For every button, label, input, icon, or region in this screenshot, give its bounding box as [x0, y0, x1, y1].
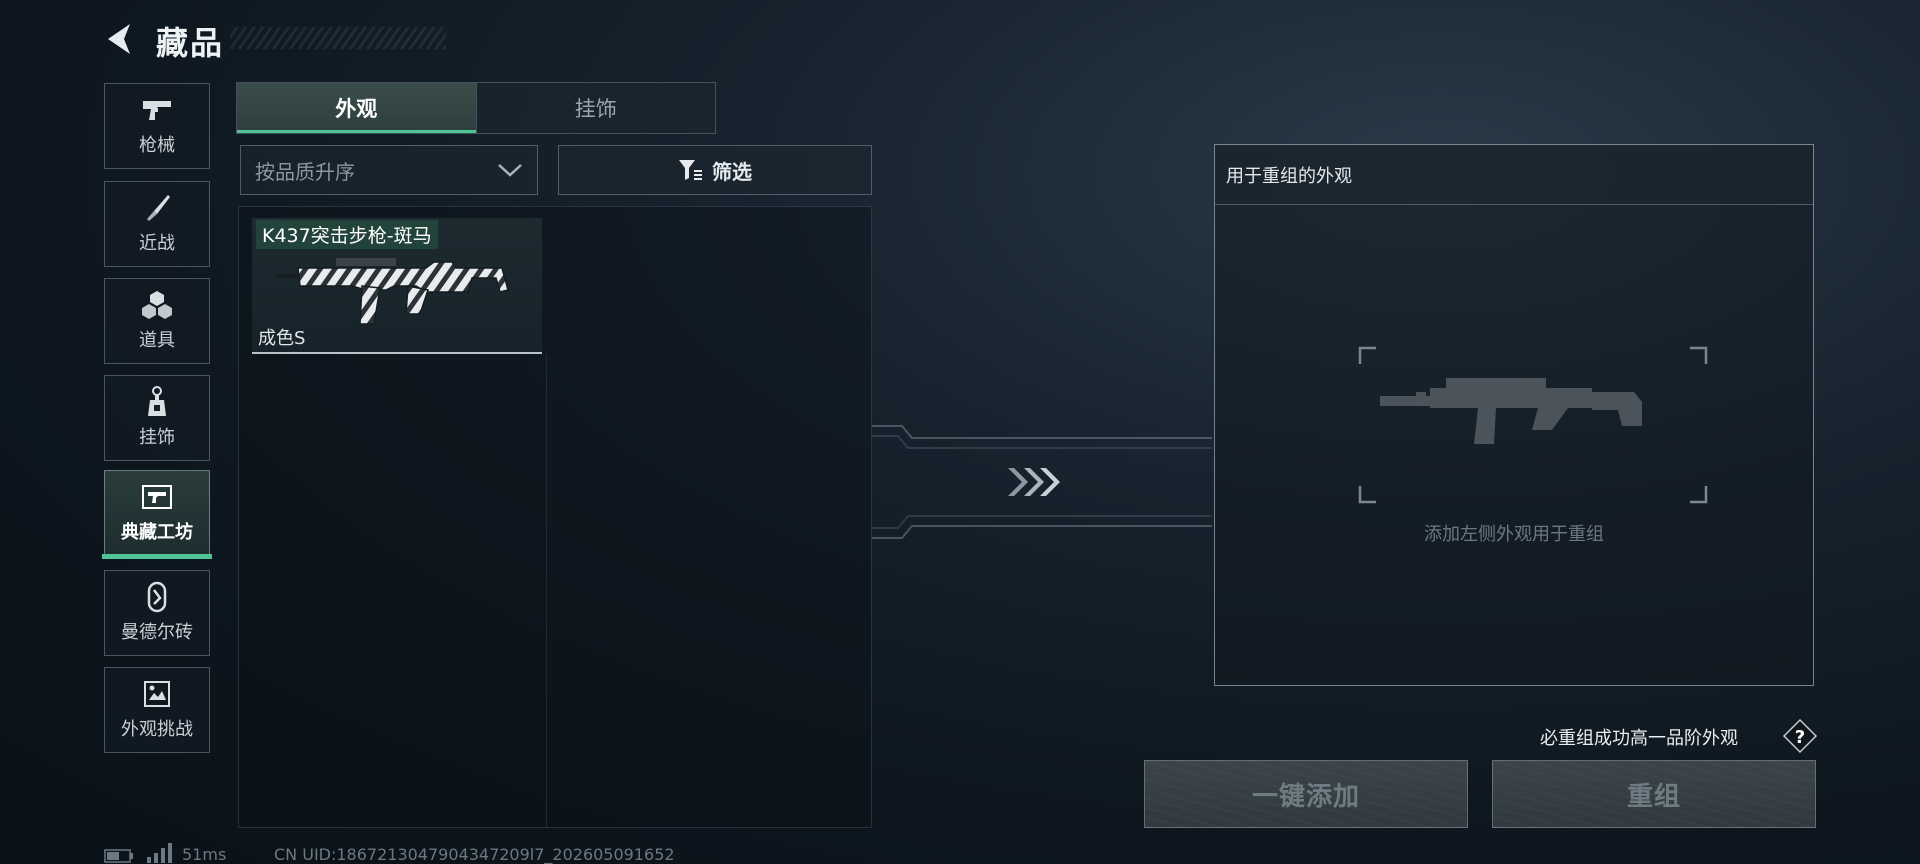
- ping-text: 51ms: [182, 845, 227, 864]
- sidebar-item-label: 外观挑战: [121, 719, 193, 740]
- zebra-rifle-image: [276, 258, 509, 325]
- item-name: K437突击步枪-斑马: [256, 220, 438, 249]
- card-bottom-line: [252, 352, 542, 354]
- filter-button[interactable]: 筛选: [558, 145, 872, 195]
- filter-icon: [679, 160, 702, 180]
- mandel-brick-icon: [140, 581, 174, 613]
- workshop-gun-icon: [140, 482, 174, 512]
- recombine-label: 重组: [1626, 781, 1681, 812]
- sidebar-item-charms[interactable]: 挂饰: [104, 375, 210, 461]
- add-all-button[interactable]: 一键添加: [1144, 760, 1468, 828]
- transfer-arrows-icon: [872, 425, 1212, 539]
- list-column-divider: [546, 354, 547, 828]
- sidebar-item-label: 枪械: [139, 135, 175, 156]
- sidebar-item-label: 典藏工坊: [121, 522, 193, 543]
- grenade-cluster-icon: [140, 290, 174, 320]
- recombine-title: 用于重组的外观: [1226, 166, 1352, 187]
- sidebar-item-mandel[interactable]: 曼德尔砖: [104, 570, 210, 656]
- recombine-button[interactable]: 重组: [1492, 760, 1816, 828]
- sidebar-item-challenge[interactable]: 外观挑战: [104, 667, 210, 753]
- page-title: 藏品: [156, 24, 225, 62]
- add-all-label: 一键添加: [1251, 781, 1360, 812]
- back-arrow-icon[interactable]: [104, 22, 134, 56]
- filter-label: 筛选: [712, 159, 752, 184]
- battery-icon: [104, 849, 133, 863]
- tab-charms[interactable]: 挂饰: [475, 83, 716, 133]
- sidebar-item-label: 挂饰: [139, 427, 175, 448]
- sidebar-item-label: 曼德尔砖: [121, 622, 193, 643]
- active-indicator: [102, 554, 212, 559]
- sidebar-item-workshop[interactable]: 典藏工坊: [104, 470, 210, 556]
- category-tabs: 外观 挂饰: [236, 82, 716, 134]
- challenge-image-icon: [140, 679, 174, 709]
- item-grade: 成色S: [258, 328, 306, 349]
- sort-dropdown[interactable]: 按品质升序: [240, 145, 538, 195]
- uid-text: CN UID:1867213047904347209l7_20260509165…: [274, 845, 675, 864]
- sidebar-item-props[interactable]: 道具: [104, 278, 210, 364]
- sidebar-item-label: 近战: [139, 233, 175, 254]
- rifle-silhouette-icon: [1358, 346, 1708, 504]
- pistol-icon: [140, 95, 174, 125]
- recombine-hint: 添加左侧外观用于重组: [1424, 524, 1604, 545]
- signal-icon: [147, 843, 172, 863]
- guarantee-text: 必重组成功高一品阶外观: [1540, 728, 1738, 749]
- sidebar-item-guns[interactable]: 枪械: [104, 83, 210, 169]
- title-decoration: [230, 27, 446, 49]
- sort-label: 按品质升序: [255, 159, 355, 184]
- tab-appearance[interactable]: 外观: [237, 83, 476, 133]
- knife-icon: [140, 193, 174, 223]
- sidebar-item-label: 道具: [139, 330, 175, 351]
- keychain-icon: [140, 386, 174, 417]
- sidebar-item-melee[interactable]: 近战: [104, 181, 210, 267]
- svg-text:?: ?: [1795, 727, 1805, 748]
- chevron-down-icon: [498, 164, 522, 177]
- question-icon[interactable]: ?: [1782, 718, 1818, 754]
